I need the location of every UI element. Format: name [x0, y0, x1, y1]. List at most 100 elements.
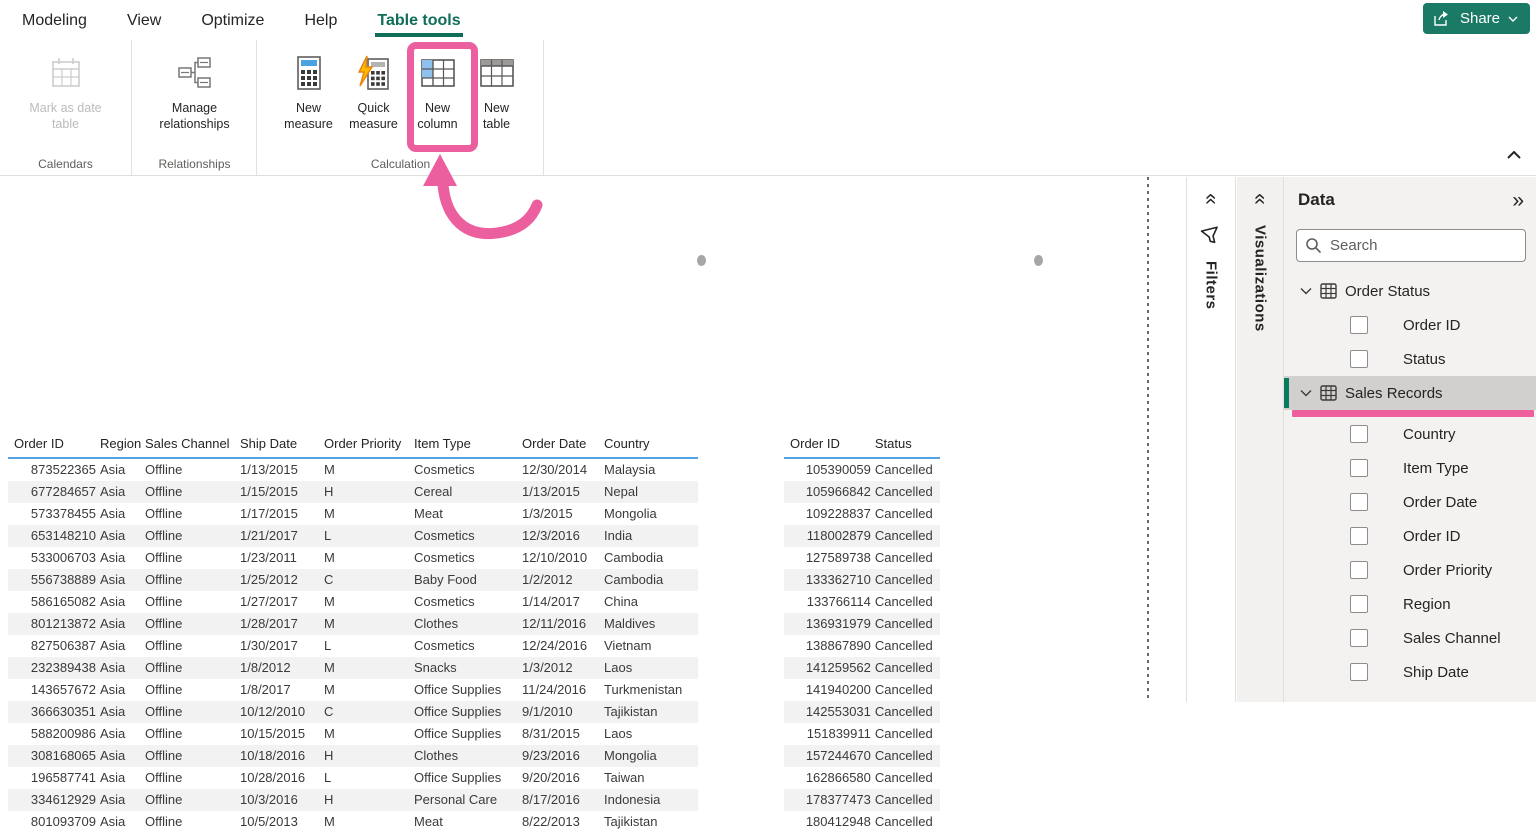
- order-status-table[interactable]: Order ID Status 105390059 Cancelled 1059668…: [784, 429, 940, 831]
- table-cell: 180412948: [805, 814, 871, 829]
- field-checkbox[interactable]: [1350, 561, 1368, 579]
- table-row[interactable]: 366630351 Asia Offline 10/12/2010 C Office Su…: [8, 701, 698, 723]
- table-row[interactable]: 136931979 Cancelled: [784, 613, 940, 635]
- field-checkbox[interactable]: [1350, 350, 1368, 368]
- column-header[interactable]: Order Date: [522, 429, 604, 457]
- table-row[interactable]: 151839911 Cancelled: [784, 723, 940, 745]
- search-box[interactable]: [1296, 229, 1526, 262]
- column-header[interactable]: Order ID: [14, 429, 100, 457]
- tree-field-order-date[interactable]: Order Date: [1284, 485, 1536, 519]
- table-row[interactable]: 138867890 Cancelled: [784, 635, 940, 657]
- table-cell: Snacks: [414, 660, 457, 675]
- table-row[interactable]: 873522365 Asia Offline 1/13/2015 M Cosmetics 1…: [8, 459, 698, 481]
- tree-field-order-id[interactable]: Order ID: [1284, 308, 1536, 342]
- table-row[interactable]: 827506387 Asia Offline 1/30/2017 L Cosmetics 1…: [8, 635, 698, 657]
- table-row[interactable]: 105966842 Cancelled: [784, 481, 940, 503]
- tab-help[interactable]: Help: [302, 3, 339, 37]
- table-row[interactable]: 308168065 Asia Offline 10/18/2016 H Clothes 9/…: [8, 745, 698, 767]
- field-checkbox[interactable]: [1350, 459, 1368, 477]
- table-row[interactable]: 196587741 Asia Offline 10/28/2016 L Office Su…: [8, 767, 698, 789]
- field-checkbox[interactable]: [1350, 425, 1368, 443]
- collapse-ribbon-icon[interactable]: [1506, 147, 1528, 165]
- column-header[interactable]: Region: [100, 429, 145, 457]
- tree-field-country[interactable]: Country: [1284, 417, 1536, 451]
- expand-filters-icon[interactable]: «: [1200, 193, 1223, 205]
- table-row[interactable]: 653148210 Asia Offline 1/21/2017 L Cosmetics 1…: [8, 525, 698, 547]
- manage-relationships-button[interactable]: Manage relationships: [149, 50, 241, 132]
- column-header[interactable]: Sales Channel: [145, 429, 240, 457]
- table-row[interactable]: 157244670 Cancelled: [784, 745, 940, 767]
- column-header[interactable]: Order ID: [790, 429, 875, 457]
- table-row[interactable]: 677284657 Asia Offline 1/15/2015 H Cereal 1/13…: [8, 481, 698, 503]
- field-checkbox[interactable]: [1350, 595, 1368, 613]
- search-input[interactable]: [1330, 237, 1510, 254]
- report-canvas[interactable]: Order ID Region Sales Channel Ship Date Orde…: [0, 177, 1186, 829]
- table-row[interactable]: 556738889 Asia Offline 1/25/2012 C Baby Food 1…: [8, 569, 698, 591]
- table-row[interactable]: 162866580 Cancelled: [784, 767, 940, 789]
- table-cell: Asia: [100, 484, 126, 499]
- new-measure-button[interactable]: New measure: [279, 50, 339, 132]
- new-column-button[interactable]: New column: [409, 50, 467, 132]
- column-header[interactable]: Ship Date: [240, 429, 324, 457]
- table-body: 873522365 Asia Offline 1/13/2015 M Cosmetics 1…: [8, 459, 698, 833]
- tab-optimize[interactable]: Optimize: [199, 3, 266, 37]
- share-button[interactable]: Share: [1422, 3, 1530, 34]
- sales-records-table[interactable]: Order ID Region Sales Channel Ship Date Orde…: [8, 429, 698, 837]
- tab-view[interactable]: View: [125, 3, 163, 37]
- table-row[interactable]: 118002879 Cancelled: [784, 525, 940, 547]
- filters-pane-collapsed[interactable]: « Filters: [1186, 177, 1236, 702]
- table-row[interactable]: 586165082 Asia Offline 1/27/2017 M Cosmetics 1…: [8, 591, 698, 613]
- table-handle-dot[interactable]: [697, 255, 706, 266]
- visualizations-pane-collapsed[interactable]: « Visualizations: [1237, 177, 1284, 702]
- collapse-data-pane-icon[interactable]: »: [1512, 189, 1524, 213]
- table-row[interactable]: 143657672 Asia Offline 1/8/2017 M Office Supp…: [8, 679, 698, 701]
- field-checkbox[interactable]: [1350, 316, 1368, 334]
- quick-measure-button[interactable]: Quick measure: [343, 50, 405, 132]
- table-row[interactable]: 127589738 Cancelled: [784, 547, 940, 569]
- mark-as-date-table-button[interactable]: Mark as date table: [20, 50, 112, 132]
- tree-field-region[interactable]: Region: [1284, 587, 1536, 621]
- table-row[interactable]: 232389438 Asia Offline 1/8/2012 M Snacks 1/3/2…: [8, 657, 698, 679]
- field-checkbox[interactable]: [1350, 527, 1368, 545]
- expand-visualizations-icon[interactable]: «: [1249, 193, 1272, 205]
- field-checkbox[interactable]: [1350, 629, 1368, 647]
- table-row[interactable]: 133362710 Cancelled: [784, 569, 940, 591]
- tree-table-sales-records[interactable]: Sales Records: [1284, 376, 1536, 410]
- column-header[interactable]: Order Priority: [324, 429, 414, 457]
- column-header[interactable]: Country: [604, 429, 692, 457]
- table-cell: Tajikistan: [604, 704, 658, 719]
- table-row[interactable]: 105390059 Cancelled: [784, 459, 940, 481]
- column-header[interactable]: Item Type: [414, 429, 522, 457]
- table-row[interactable]: 533006703 Asia Offline 1/23/2011 M Cosmetics 1…: [8, 547, 698, 569]
- table-row[interactable]: 178377473 Cancelled: [784, 789, 940, 811]
- new-table-button[interactable]: New table: [471, 50, 523, 132]
- table-row[interactable]: 334612929 Asia Offline 10/3/2016 H Personal C…: [8, 789, 698, 811]
- table-row[interactable]: 801093709 Asia Offline 10/5/2013 M Meat 8/22/2…: [8, 811, 698, 833]
- tree-table-order-status[interactable]: Order Status: [1284, 274, 1536, 308]
- table-row[interactable]: 141259562 Cancelled: [784, 657, 940, 679]
- table-cell: 334612929: [30, 792, 96, 807]
- table-handle-dot[interactable]: [1034, 255, 1043, 266]
- tree-field-order-priority[interactable]: Order Priority: [1284, 553, 1536, 587]
- column-header[interactable]: Status: [875, 429, 940, 457]
- tab-modeling[interactable]: Modeling: [20, 3, 89, 37]
- tree-field-sales-channel[interactable]: Sales Channel: [1284, 621, 1536, 655]
- table-row[interactable]: 573378455 Asia Offline 1/17/2015 M Meat 1/3/20…: [8, 503, 698, 525]
- tree-field-order-id[interactable]: Order ID: [1284, 519, 1536, 553]
- table-cell: 801093709: [30, 814, 96, 829]
- table-row[interactable]: 141940200 Cancelled: [784, 679, 940, 701]
- table-row[interactable]: 180412948 Cancelled: [784, 811, 940, 831]
- field-checkbox[interactable]: [1350, 493, 1368, 511]
- tab-table-tools[interactable]: Table tools: [375, 3, 463, 37]
- tree-field-ship-date[interactable]: Ship Date: [1284, 655, 1536, 689]
- table-row[interactable]: 801213872 Asia Offline 1/28/2017 M Clothes 12/…: [8, 613, 698, 635]
- table-row[interactable]: 588200986 Asia Offline 10/15/2015 M Office Su…: [8, 723, 698, 745]
- table-cell: Cancelled: [874, 682, 933, 697]
- tree-field-status[interactable]: Status: [1284, 342, 1536, 376]
- tree-field-item-type[interactable]: Item Type: [1284, 451, 1536, 485]
- table-cell: M: [324, 506, 335, 521]
- table-row[interactable]: 142553031 Cancelled: [784, 701, 940, 723]
- table-row[interactable]: 133766114 Cancelled: [784, 591, 940, 613]
- table-row[interactable]: 109228837 Cancelled: [784, 503, 940, 525]
- field-checkbox[interactable]: [1350, 663, 1368, 681]
